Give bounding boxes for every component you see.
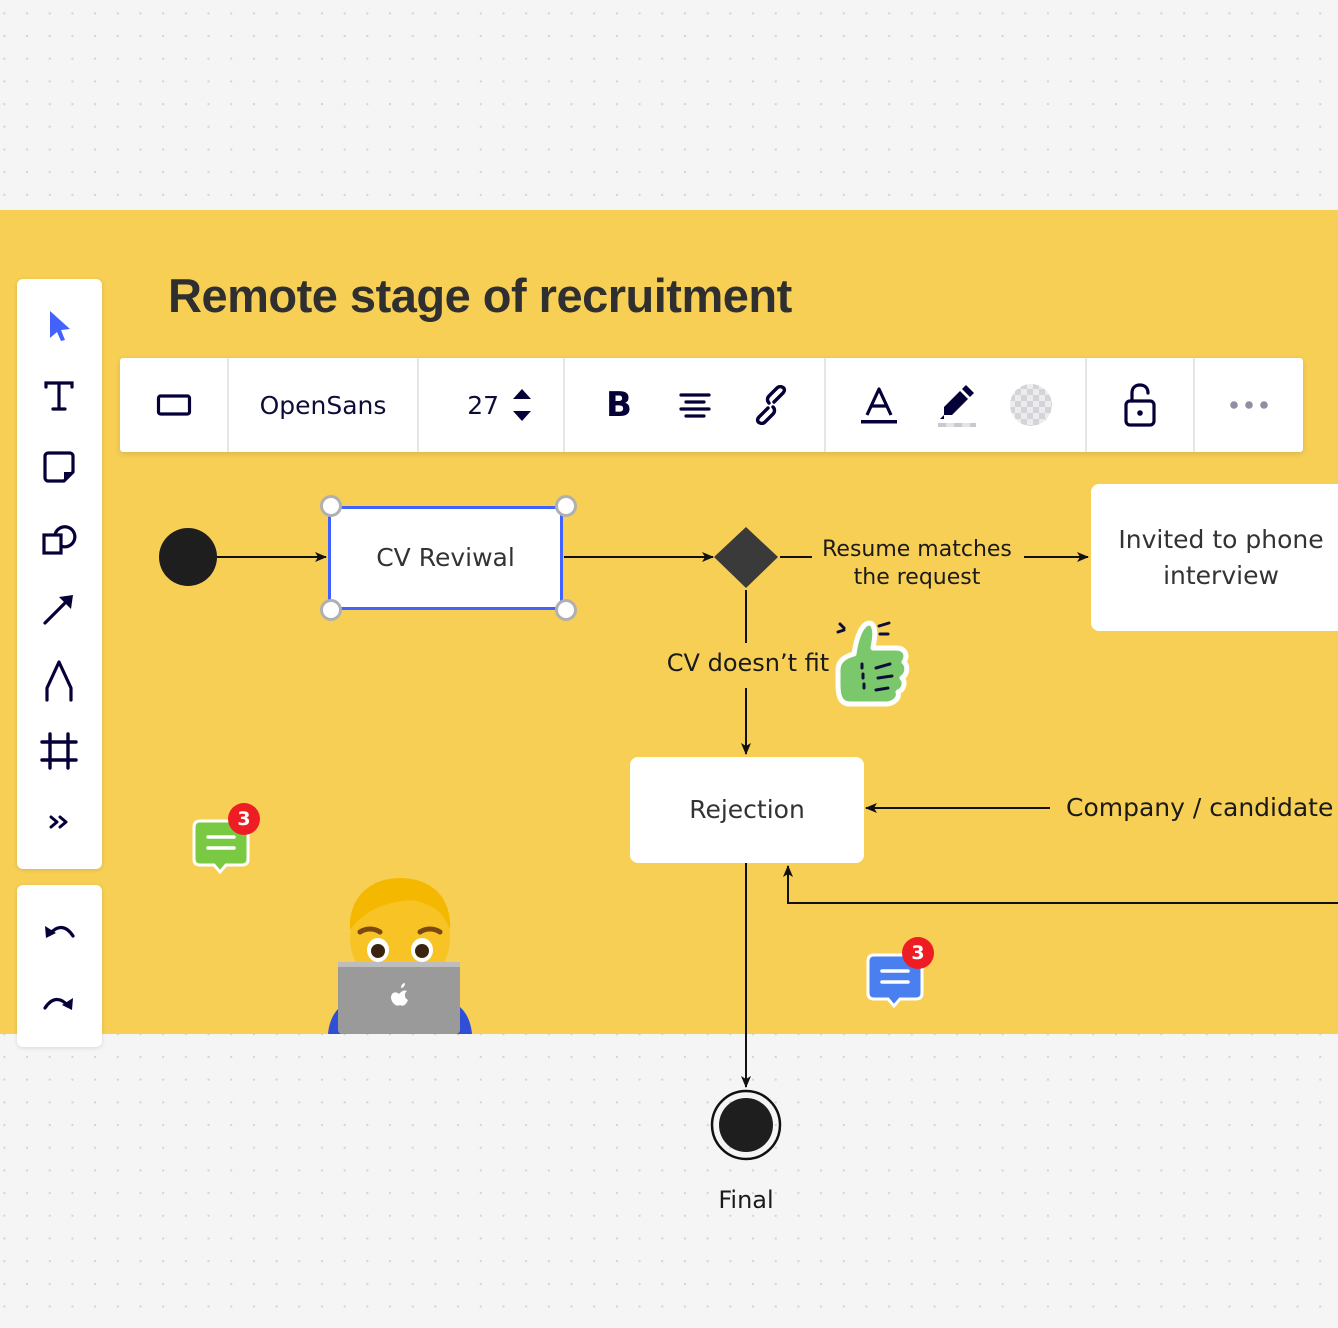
man-technologist-emoji[interactable]	[320, 872, 480, 1034]
toolbar-divider	[824, 358, 826, 452]
tool-pen[interactable]	[34, 655, 84, 705]
comment-count-badge: 3	[228, 803, 260, 835]
cursor-icon	[50, 311, 70, 341]
link-button[interactable]	[748, 358, 794, 452]
label-final[interactable]: Final	[700, 1183, 792, 1217]
text-color-icon	[861, 387, 897, 424]
align-center-icon	[679, 393, 711, 418]
transparent-fill-icon	[1010, 384, 1052, 426]
rejection-node[interactable]: Rejection	[630, 757, 864, 863]
lock-button[interactable]	[1087, 358, 1193, 452]
comment-count-badge: 3	[902, 937, 934, 969]
label-company-candidate[interactable]: Company / candidate	[1066, 790, 1333, 826]
start-node[interactable]	[159, 528, 217, 586]
increase-size-icon[interactable]	[512, 388, 532, 400]
link-icon	[755, 385, 787, 425]
text-color-button[interactable]	[856, 358, 902, 452]
thumbs-up-sticker[interactable]	[832, 618, 910, 710]
font-size-stepper[interactable]	[506, 358, 538, 452]
tool-arrow[interactable]	[34, 584, 84, 634]
redo-button[interactable]	[34, 979, 84, 1029]
resize-handle-top-left[interactable]	[320, 495, 342, 517]
align-button[interactable]	[672, 358, 718, 452]
comment-thread-green[interactable]: 3	[192, 803, 264, 875]
tool-shapes[interactable]	[34, 513, 84, 563]
redo-icon	[43, 997, 73, 1010]
tool-more[interactable]	[34, 797, 84, 847]
rejection-label: Rejection	[689, 795, 805, 824]
tool-frame[interactable]	[34, 726, 84, 776]
toolbar-divider	[563, 358, 565, 452]
arrow-icon	[43, 595, 73, 625]
highlighter-icon	[938, 385, 976, 427]
undo-button[interactable]	[34, 907, 84, 957]
shape-type-button[interactable]	[120, 358, 227, 452]
cv-review-label: CV Reviwal	[376, 543, 515, 572]
label-cv-doesnt-fit[interactable]: CV doesn’t fit	[664, 646, 832, 680]
undo-redo-toolbar	[17, 885, 102, 1047]
context-toolbar: OpenSans 27 B	[120, 358, 1303, 452]
bold-button[interactable]: B	[596, 358, 642, 452]
font-family-value: OpenSans	[259, 390, 387, 420]
chevrons-right-icon	[49, 815, 68, 829]
label-resume-matches[interactable]: Resume matches the request	[812, 536, 1022, 592]
tool-text[interactable]	[34, 371, 84, 421]
decision-node[interactable]	[714, 527, 778, 588]
invited-label: Invited to phone interview	[1118, 524, 1324, 590]
unlock-icon	[1124, 383, 1156, 427]
label-resume-matches-line2: the request	[853, 565, 981, 590]
resize-handle-top-right[interactable]	[555, 495, 577, 517]
more-icon	[1230, 401, 1268, 409]
comment-thread-blue[interactable]: 3	[866, 937, 938, 1009]
bold-icon: B	[606, 385, 632, 425]
font-size-value: 27	[467, 390, 499, 420]
shapes-icon	[42, 525, 77, 555]
cv-review-node[interactable]: CV Reviwal	[328, 506, 563, 610]
tool-select[interactable]	[34, 300, 84, 350]
undo-icon	[45, 925, 75, 938]
left-toolbar	[17, 279, 102, 869]
highlight-button[interactable]	[933, 358, 979, 452]
resize-handle-bottom-left[interactable]	[320, 599, 342, 621]
rectangle-shape-icon	[156, 394, 191, 416]
label-resume-matches-line1: Resume matches	[822, 537, 1012, 562]
invited-node[interactable]: Invited to phone interview	[1091, 484, 1338, 631]
pen-icon	[45, 660, 73, 702]
frame-icon	[40, 732, 78, 770]
fill-color-button[interactable]	[1008, 358, 1054, 452]
more-options-button[interactable]	[1195, 358, 1303, 452]
font-size-input[interactable]: 27	[419, 358, 499, 452]
sticky-note-icon	[43, 451, 75, 483]
tool-sticky-note[interactable]	[34, 442, 84, 492]
resize-handle-bottom-right[interactable]	[555, 599, 577, 621]
decrease-size-icon[interactable]	[512, 410, 532, 422]
font-family-select[interactable]: OpenSans	[229, 358, 417, 452]
final-node-core	[719, 1098, 773, 1152]
text-icon	[44, 381, 74, 411]
connector-loop-to-rejection[interactable]	[783, 865, 1338, 904]
